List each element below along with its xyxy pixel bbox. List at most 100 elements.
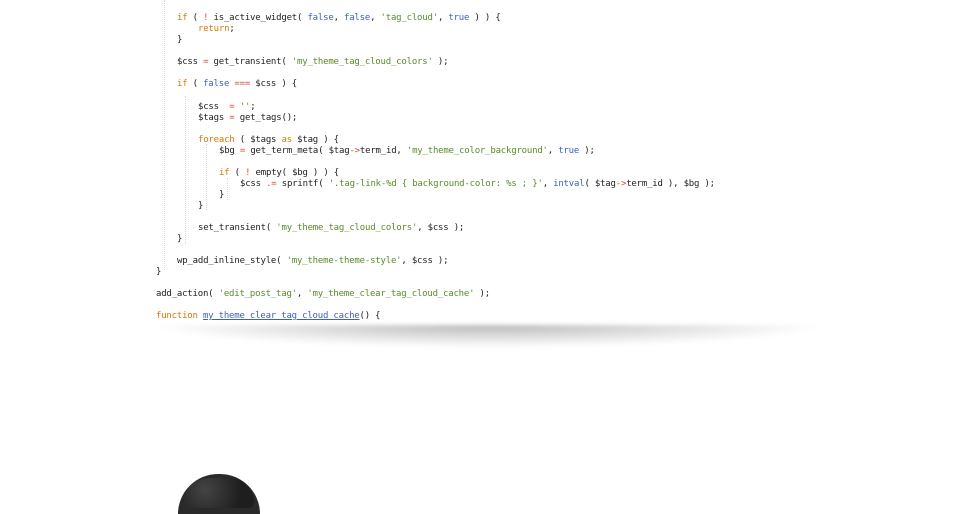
code-snippet-panel: if ( ! is_active_widget( false, false, '… (150, 0, 818, 327)
code-token: $tag (328, 146, 350, 156)
code-token: , (547, 146, 559, 156)
code-token: === (229, 79, 256, 89)
code-token: term_id ), $bg ); (626, 179, 715, 189)
code-token: if (177, 79, 188, 89)
code-token: ( (229, 168, 246, 178)
code-token: return (198, 24, 230, 34)
code-token: my_theme_clear_tag_cloud_cache (202, 311, 360, 321)
code-token: 'my_theme-theme-style' (286, 256, 402, 266)
code-line: } (219, 189, 224, 201)
code-token: $tag (594, 179, 616, 189)
code-token: 'tag_cloud' (380, 13, 439, 23)
code-token: -> (349, 146, 360, 156)
code-line: if ( false === $css ) { (177, 78, 297, 90)
code-line: wp_add_inline_style( 'my_theme-theme-sty… (177, 255, 449, 267)
panel-drop-shadow (158, 325, 818, 347)
code-token: ); (579, 146, 595, 156)
code-token: = (218, 102, 240, 112)
code-token: , (370, 13, 381, 23)
code-token: $css (177, 57, 198, 67)
code-token: '.tag-link-%d { background-color: %s ; }… (328, 179, 543, 189)
code-token: if (177, 13, 188, 23)
code-token: ); (432, 256, 449, 266)
code-token: sprintf( (281, 179, 329, 189)
code-line: $css = get_transient( 'my_theme_tag_clou… (177, 56, 449, 68)
code-token: () { (359, 311, 381, 321)
code-token: ) { (318, 135, 339, 145)
code-token: 'my_theme_tag_cloud_colors' (291, 57, 433, 67)
code-token: } (198, 201, 204, 211)
code-token: $css (198, 102, 219, 112)
code-line: set_transient( 'my_theme_tag_cloud_color… (198, 222, 464, 234)
code-token: ) { (276, 79, 298, 89)
code-token: 'my_theme_color_background' (406, 146, 548, 156)
code-token: $tags (250, 135, 277, 145)
code-line: return; (198, 23, 235, 35)
code-token: as (276, 135, 298, 145)
code-token: function (156, 311, 198, 321)
code-token: '' (239, 102, 251, 112)
code-line: } (177, 34, 182, 46)
code-token: is_active_widget( (208, 13, 308, 23)
code-token: , (437, 13, 449, 23)
code-token: , (333, 13, 344, 23)
code-token: 'edit_post_tag' (218, 289, 297, 299)
code-token: $css (255, 79, 277, 89)
code-token: get_tags(); (239, 113, 298, 123)
indent-guide (227, 178, 228, 200)
code-token: intval (553, 179, 585, 189)
code-token: true (448, 13, 470, 23)
code-token: get_transient( (213, 57, 292, 67)
code-token: true (558, 146, 580, 156)
code-token: ); (448, 223, 465, 233)
code-token: , (401, 256, 412, 266)
code-token: , (542, 179, 554, 189)
code-token: = (224, 113, 240, 123)
code-token: ( (234, 135, 251, 145)
code-token: , (296, 289, 308, 299)
code-token: $css (240, 179, 261, 189)
code-token: empty( (250, 168, 293, 178)
indent-guide (164, 0, 165, 270)
code-token: false (344, 13, 371, 23)
code-token: add_action( (156, 289, 219, 299)
code-line: $css .= sprintf( '.tag-link-%d { backgro… (240, 178, 715, 190)
code-token: } (156, 267, 162, 277)
code-token: ) ) { (469, 13, 501, 23)
code-token: } (177, 234, 183, 244)
code-token: foreach (198, 135, 235, 145)
code-line: add_action( 'edit_post_tag', 'my_theme_c… (156, 288, 490, 300)
code-line: } (177, 233, 182, 245)
code-token: ); (432, 57, 449, 67)
code-token: get_term_meta( (250, 146, 329, 156)
code-token: $tag (297, 135, 319, 145)
code-token: $bg (219, 146, 235, 156)
code-token: wp_add_inline_style( (177, 256, 287, 266)
code-token: .= (260, 179, 282, 189)
code-token: $tags (198, 113, 225, 123)
code-token: $bg (292, 168, 308, 178)
code-line: } (156, 266, 161, 278)
indent-guide (185, 96, 186, 244)
author-avatar (178, 474, 260, 514)
code-line: $bg = get_term_meta( $tag->term_id, 'my_… (219, 145, 595, 157)
code-token: set_transient( (198, 223, 277, 233)
code-token: if (219, 168, 230, 178)
code-token: -> (615, 179, 627, 189)
code-token: 'my_theme_clear_tag_cloud_cache' (307, 289, 475, 299)
code-token: ( (187, 13, 204, 23)
code-token: ( (187, 79, 204, 89)
code-token: ) ) { (307, 168, 340, 178)
code-token: false (307, 13, 334, 23)
code-token: 'my_theme_tag_cloud_colors' (276, 223, 418, 233)
code-line: function my_theme_clear_tag_cloud_cache(… (156, 310, 381, 322)
code-token: ; (250, 102, 256, 112)
code-token: ( (584, 179, 595, 189)
code-line: $tags = get_tags(); (198, 112, 297, 124)
code-token: false (203, 79, 230, 89)
code-token: $css (427, 223, 449, 233)
code-token: ); (474, 289, 491, 299)
indent-guide (206, 144, 207, 210)
code-token: } (177, 35, 183, 45)
code-token: , (417, 223, 428, 233)
